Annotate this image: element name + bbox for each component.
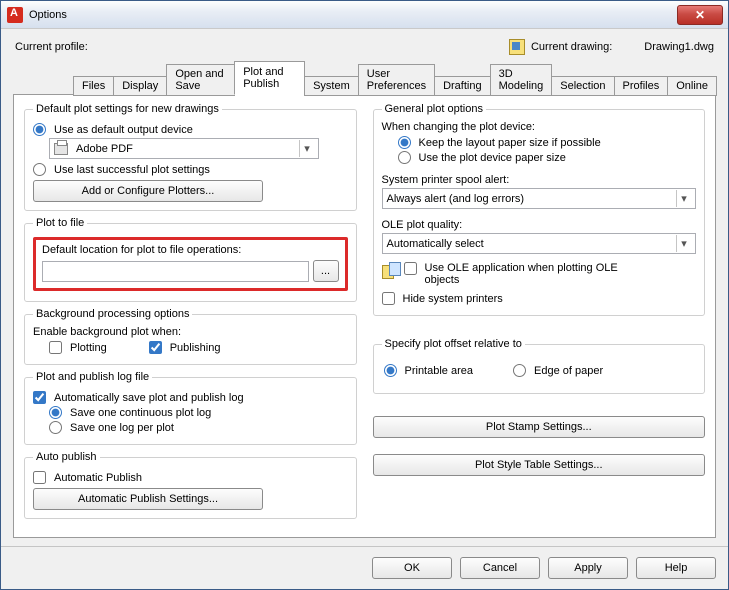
tab-drafting[interactable]: Drafting bbox=[434, 76, 491, 96]
window-title: Options bbox=[29, 9, 67, 21]
group-plot-to-file: Plot to file Default location for plot t… bbox=[24, 217, 357, 302]
left-column: Default plot settings for new drawings U… bbox=[24, 103, 357, 529]
output-device-value: Adobe PDF bbox=[76, 143, 133, 155]
button-browse-location[interactable]: ... bbox=[313, 260, 339, 282]
label-plotting: Plotting bbox=[70, 342, 107, 354]
radio-one-continuous[interactable] bbox=[49, 406, 62, 419]
input-plot-file-location-wrap bbox=[42, 261, 309, 282]
label-last-plot: Use last successful plot settings bbox=[54, 164, 210, 176]
group-general-plot: General plot options When changing the p… bbox=[373, 103, 706, 316]
tab-selection[interactable]: Selection bbox=[551, 76, 614, 96]
close-button[interactable]: ✕ bbox=[677, 5, 723, 25]
button-plot-style-table-settings[interactable]: Plot Style Table Settings... bbox=[373, 454, 706, 476]
group-background-processing: Background processing options Enable bac… bbox=[24, 308, 357, 365]
label-hide-printers: Hide system printers bbox=[403, 293, 503, 305]
dropdown-output-device[interactable]: Adobe PDF ▾ bbox=[49, 138, 319, 159]
tab-profiles[interactable]: Profiles bbox=[614, 76, 669, 96]
legend-background-processing: Background processing options bbox=[33, 308, 192, 320]
label-publishing: Publishing bbox=[170, 342, 221, 354]
label-auto-save-log: Automatically save plot and publish log bbox=[54, 392, 244, 404]
radio-use-device-size[interactable] bbox=[398, 151, 411, 164]
spool-alert-value: Always alert (and log errors) bbox=[387, 193, 525, 205]
chevron-down-icon: ▾ bbox=[299, 140, 314, 157]
button-plot-stamp-settings[interactable]: Plot Stamp Settings... bbox=[373, 416, 706, 438]
titlebar: Options ✕ bbox=[1, 1, 728, 29]
tab-display[interactable]: Display bbox=[113, 76, 167, 96]
button-configure-plotters[interactable]: Add or Configure Plotters... bbox=[33, 180, 263, 202]
radio-last-plot[interactable] bbox=[33, 163, 46, 176]
legend-general-plot: General plot options bbox=[382, 103, 486, 115]
label-keep-layout-size: Keep the layout paper size if possible bbox=[419, 137, 601, 149]
tab-online[interactable]: Online bbox=[667, 76, 717, 96]
checkbox-hide-printers[interactable] bbox=[382, 292, 395, 305]
tab-user-preferences[interactable]: User Preferences bbox=[358, 64, 435, 96]
label-auto-publish: Automatic Publish bbox=[54, 472, 142, 484]
button-auto-publish-settings[interactable]: Automatic Publish Settings... bbox=[33, 488, 263, 510]
button-apply[interactable]: Apply bbox=[548, 557, 628, 579]
tab-bar: Files Display Open and Save Plot and Pub… bbox=[13, 61, 716, 95]
radio-one-per-plot[interactable] bbox=[49, 421, 62, 434]
radio-printable-area[interactable] bbox=[384, 364, 397, 377]
label-enable-bg: Enable background plot when: bbox=[33, 326, 348, 338]
ole-quality-value: Automatically select bbox=[387, 238, 484, 250]
checkbox-auto-save-log[interactable] bbox=[33, 391, 46, 404]
tab-files[interactable]: Files bbox=[73, 76, 114, 96]
dialog-footer: OK Cancel Apply Help bbox=[1, 546, 728, 589]
label-default-output: Use as default output device bbox=[54, 124, 193, 136]
dropdown-ole-quality[interactable]: Automatically select ▾ bbox=[382, 233, 697, 254]
group-log-file: Plot and publish log file Automatically … bbox=[24, 371, 357, 445]
label-spool-alert: System printer spool alert: bbox=[382, 174, 697, 186]
options-dialog: Options ✕ Current profile: Current drawi… bbox=[0, 0, 729, 590]
radio-default-output[interactable] bbox=[33, 123, 46, 136]
dropdown-spool-alert[interactable]: Always alert (and log errors) ▾ bbox=[382, 188, 697, 209]
content: Current profile: Current drawing: Drawin… bbox=[1, 29, 728, 546]
checkbox-publishing[interactable] bbox=[149, 341, 162, 354]
tab-panel: Default plot settings for new drawings U… bbox=[13, 94, 716, 538]
button-cancel[interactable]: Cancel bbox=[460, 557, 540, 579]
legend-plot-to-file: Plot to file bbox=[33, 217, 87, 229]
label-when-changing: When changing the plot device: bbox=[382, 121, 697, 133]
current-profile-label: Current profile: bbox=[15, 41, 88, 53]
label-plot-file-location: Default location for plot to file operat… bbox=[42, 244, 339, 256]
radio-keep-layout-size[interactable] bbox=[398, 136, 411, 149]
group-plot-offset: Specify plot offset relative to Printabl… bbox=[373, 338, 706, 394]
legend-auto-publish: Auto publish bbox=[33, 451, 100, 463]
checkbox-use-ole-app[interactable] bbox=[404, 262, 417, 275]
chevron-down-icon: ▾ bbox=[676, 190, 691, 207]
tab-plot-and-publish[interactable]: Plot and Publish bbox=[234, 61, 305, 95]
label-edge-of-paper: Edge of paper bbox=[534, 365, 603, 377]
highlight-box: Default location for plot to file operat… bbox=[33, 237, 348, 291]
button-ok[interactable]: OK bbox=[372, 557, 452, 579]
tab-open-and-save[interactable]: Open and Save bbox=[166, 64, 235, 96]
legend-plot-offset: Specify plot offset relative to bbox=[382, 338, 525, 350]
radio-edge-of-paper[interactable] bbox=[513, 364, 526, 377]
current-drawing-label: Current drawing: bbox=[531, 41, 612, 53]
group-default-plot: Default plot settings for new drawings U… bbox=[24, 103, 357, 211]
label-one-per-plot: Save one log per plot bbox=[70, 422, 174, 434]
printer-icon bbox=[54, 143, 68, 155]
ole-icon bbox=[382, 262, 400, 280]
right-column: General plot options When changing the p… bbox=[373, 103, 706, 529]
current-drawing-value: Drawing1.dwg bbox=[644, 41, 714, 53]
label-printable-area: Printable area bbox=[405, 365, 474, 377]
label-use-device-size: Use the plot device paper size bbox=[419, 152, 566, 164]
legend-default-plot: Default plot settings for new drawings bbox=[33, 103, 222, 115]
checkbox-auto-publish[interactable] bbox=[33, 471, 46, 484]
chevron-down-icon: ▾ bbox=[676, 235, 691, 252]
tab-system[interactable]: System bbox=[304, 76, 359, 96]
legend-log-file: Plot and publish log file bbox=[33, 371, 152, 383]
label-ole-quality: OLE plot quality: bbox=[382, 219, 697, 231]
checkbox-plotting[interactable] bbox=[49, 341, 62, 354]
profile-row: Current profile: Current drawing: Drawin… bbox=[13, 35, 716, 61]
input-plot-file-location[interactable] bbox=[47, 264, 304, 278]
label-one-continuous: Save one continuous plot log bbox=[70, 407, 211, 419]
drawing-icon bbox=[509, 39, 525, 55]
group-auto-publish: Auto publish Automatic Publish Automatic… bbox=[24, 451, 357, 519]
tab-3d-modeling[interactable]: 3D Modeling bbox=[490, 64, 553, 96]
app-icon bbox=[7, 7, 23, 23]
label-use-ole-app: Use OLE application when plotting OLE ob… bbox=[425, 262, 645, 286]
button-help[interactable]: Help bbox=[636, 557, 716, 579]
